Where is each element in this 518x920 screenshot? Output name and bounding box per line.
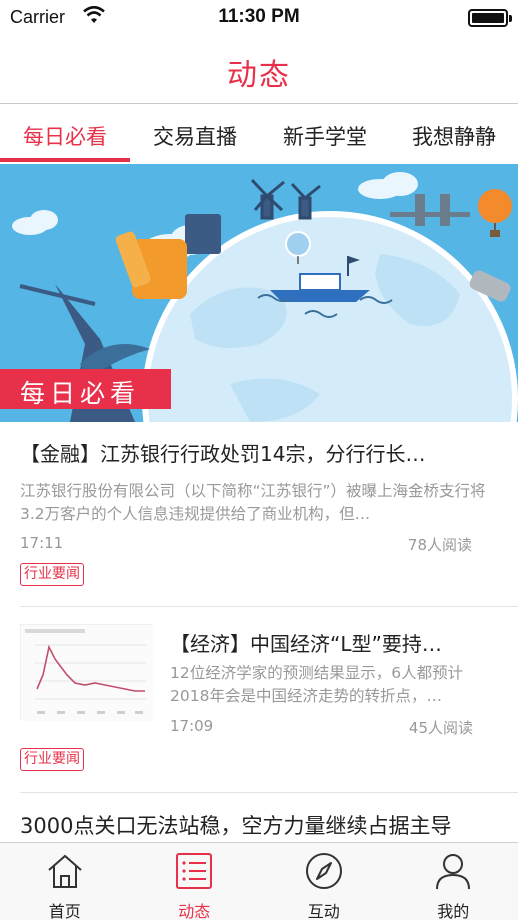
- article-time: 17:09: [170, 717, 214, 735]
- compass-icon: [305, 853, 342, 889]
- list-icon: [176, 853, 213, 889]
- clock: 11:30 PM: [218, 6, 300, 27]
- battery-icon: [468, 9, 512, 27]
- article-summary: 12位经济学家的预测结果显示，6人都预计2018年会是中国经济走势的转折点，…: [170, 664, 464, 705]
- article-title[interactable]: 【经济】中国经济“L型”要持…: [170, 628, 470, 657]
- article-thumbnail[interactable]: [20, 624, 153, 721]
- status-bar: Carrier 11:30 PM: [0, 0, 518, 36]
- article-summary: 江苏银行股份有限公司（以下简称“江苏银行”）被曝上海金桥支行将3.2万客户的个人…: [20, 482, 486, 523]
- article-read-count: 78人阅读: [407, 536, 472, 554]
- banner[interactable]: 每日必看: [0, 164, 518, 422]
- active-tab-indicator: [0, 158, 130, 162]
- tabbar-item-interact[interactable]: 互动: [259, 843, 389, 920]
- banner-label: 每日必看: [0, 369, 171, 409]
- page-title: 动态: [227, 58, 291, 93]
- tabbar-item-profile[interactable]: 我的: [389, 843, 518, 920]
- tabbar-label: 动态: [178, 902, 211, 920]
- tabbar-label: 首页: [48, 902, 81, 920]
- tabbar-item-home[interactable]: 首页: [0, 843, 130, 920]
- tabbar-label: 我的: [437, 902, 470, 920]
- article-card[interactable]: 【金融】江苏银行行政处罚14宗，分行行长… 江苏银行股份有限公司（以下简称“江苏…: [20, 438, 492, 598]
- article-tag[interactable]: 行业要闻: [20, 748, 84, 771]
- article-title[interactable]: 3000点关口无法站稳，空方力量继续占据主导: [20, 810, 500, 840]
- tab-daily-must-read[interactable]: 每日必看: [0, 105, 130, 163]
- tabbar-label: 互动: [307, 902, 340, 920]
- divider: [20, 606, 518, 607]
- tab-trading-live[interactable]: 交易直播: [130, 105, 260, 163]
- tab-beginner-school[interactable]: 新手学堂: [260, 105, 390, 163]
- article-title[interactable]: 【金融】江苏银行行政处罚14宗，分行行长…: [20, 438, 492, 467]
- home-icon: [48, 854, 82, 888]
- navigation-bar: 动态: [0, 36, 518, 104]
- divider: [20, 792, 518, 793]
- tabbar-item-feed[interactable]: 动态: [130, 843, 260, 920]
- line-chart-thumbnail: [21, 625, 153, 721]
- article-tag[interactable]: 行业要闻: [20, 563, 84, 586]
- tab-quiet[interactable]: 我想静静: [390, 105, 518, 163]
- article-time: 17:11: [20, 534, 64, 552]
- user-icon: [436, 854, 471, 890]
- bottom-tab-bar: 首页 动态 互动 我的: [0, 842, 518, 920]
- article-read-count: 45人阅读: [408, 719, 473, 737]
- category-tabs: 每日必看 交易直播 新手学堂 我想静静: [0, 105, 518, 163]
